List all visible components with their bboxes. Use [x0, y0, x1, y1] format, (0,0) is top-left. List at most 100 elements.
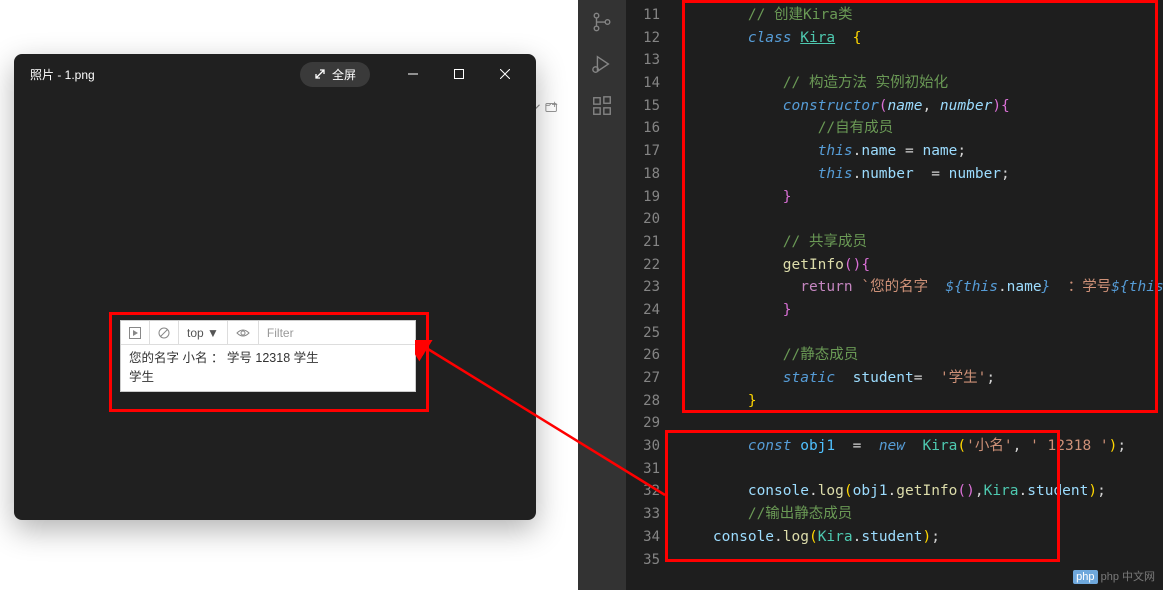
- console-toolbar: top ▼ Filter: [121, 321, 415, 345]
- line-number: 14: [626, 72, 660, 95]
- maximize-icon: [454, 69, 464, 79]
- line-number: 11: [626, 4, 660, 27]
- editor-gutter: 11 12 13 14 15 16 17 18 19 20 21 22 23 2…: [626, 0, 678, 590]
- watermark: php php 中文网: [1073, 568, 1155, 584]
- code-method: log: [818, 483, 844, 499]
- code-prop: number: [861, 166, 913, 182]
- maximize-button[interactable]: [436, 58, 482, 90]
- line-number: 22: [626, 254, 660, 277]
- line-number: 15: [626, 95, 660, 118]
- code-var: name: [922, 143, 957, 159]
- code-comment: // 构造方法 实例初始化: [783, 75, 948, 91]
- code-method: getInfo: [896, 483, 957, 499]
- console-clear-button[interactable]: [150, 321, 179, 344]
- line-number: 18: [626, 163, 660, 186]
- console-line: 学生: [129, 368, 407, 387]
- code-keyword: return: [800, 279, 852, 295]
- line-number: 28: [626, 390, 660, 413]
- new-folder-icon: [545, 100, 559, 114]
- code-string: ' 12318 ': [1030, 438, 1109, 454]
- code-param: name: [888, 98, 923, 114]
- code-comment: //自有成员: [818, 120, 893, 136]
- code-this: this: [818, 143, 853, 159]
- fullscreen-button[interactable]: 全屏: [300, 62, 370, 87]
- code-param: number: [940, 98, 992, 114]
- editor-code-area[interactable]: // 创建Kira类 class Kira { // 构造方法 实例初始化 co…: [678, 0, 1163, 590]
- line-number: 25: [626, 322, 660, 345]
- code-string: `您的名字: [861, 279, 945, 295]
- code-classname: Kira: [818, 529, 853, 545]
- code-this: this: [963, 279, 998, 295]
- photo-viewer-window: 照片 - 1.png 全屏 top ▼ Filter 您的名字 小名 ： 学号 …: [14, 54, 536, 520]
- console-context-selector[interactable]: top ▼: [179, 321, 228, 344]
- code-this: this: [1129, 279, 1163, 295]
- close-icon: [500, 69, 510, 79]
- code-comment: //输出静态成员: [748, 506, 852, 522]
- photo-titlebar[interactable]: 照片 - 1.png 全屏: [14, 54, 536, 94]
- code-method: getInfo: [783, 257, 844, 273]
- code-var: obj1: [800, 438, 835, 454]
- console-filter-input[interactable]: Filter: [259, 321, 415, 344]
- code-prop: name: [861, 143, 896, 159]
- line-number: 35: [626, 549, 660, 572]
- minimize-icon: [408, 69, 418, 79]
- code-prop: student: [861, 529, 922, 545]
- console-play-icon[interactable]: [121, 321, 150, 344]
- editor-activity-bar: [578, 0, 626, 590]
- code-prop: name: [1007, 279, 1042, 295]
- debug-icon[interactable]: [590, 52, 614, 76]
- line-number: 17: [626, 140, 660, 163]
- code-comment: //静态成员: [783, 347, 858, 363]
- code-comment: // 创建Kira类: [748, 7, 853, 23]
- code-classname: Kira: [922, 438, 957, 454]
- line-number: 31: [626, 458, 660, 481]
- minimize-button[interactable]: [390, 58, 436, 90]
- source-control-icon[interactable]: [590, 10, 614, 34]
- line-number: 20: [626, 208, 660, 231]
- play-icon: [129, 327, 141, 339]
- code-keyword: new: [879, 438, 905, 454]
- console-live-button[interactable]: [228, 321, 259, 344]
- code-var: obj1: [853, 483, 888, 499]
- code-comment: // 共享成员: [783, 234, 867, 250]
- line-number: 26: [626, 344, 660, 367]
- line-number: 27: [626, 367, 660, 390]
- code-keyword: const: [748, 438, 792, 454]
- code-var: student: [853, 370, 914, 386]
- line-number: 24: [626, 299, 660, 322]
- code-var: number: [949, 166, 1001, 182]
- code-keyword: class: [748, 30, 792, 46]
- fullscreen-label: 全屏: [332, 66, 356, 83]
- close-button[interactable]: [482, 58, 528, 90]
- line-number: 34: [626, 526, 660, 549]
- expand-icon: [314, 68, 326, 80]
- console-output: 您的名字 小名 ： 学号 12318 学生 学生: [121, 345, 415, 391]
- code-prop: student: [1027, 483, 1088, 499]
- code-string: '学生': [940, 370, 986, 386]
- code-keyword: static: [783, 370, 835, 386]
- devtools-console: top ▼ Filter 您的名字 小名 ： 学号 12318 学生 学生: [120, 320, 416, 392]
- line-number: 13: [626, 49, 660, 72]
- eye-icon: [236, 327, 250, 339]
- extensions-icon[interactable]: [590, 94, 614, 118]
- line-number: 12: [626, 27, 660, 50]
- code-this: this: [818, 166, 853, 182]
- console-line: 您的名字 小名 ： 学号 12318 学生: [129, 349, 407, 368]
- code-string: ：学号: [1050, 279, 1111, 295]
- line-number: 21: [626, 231, 660, 254]
- code-keyword: constructor: [783, 98, 879, 114]
- code-classname: Kira: [800, 30, 835, 46]
- code-obj: console: [748, 483, 809, 499]
- no-entry-icon: [158, 327, 170, 339]
- line-number: 30: [626, 435, 660, 458]
- code-obj: console: [713, 529, 774, 545]
- line-number: 16: [626, 117, 660, 140]
- line-number: 19: [626, 186, 660, 209]
- line-number: 33: [626, 503, 660, 526]
- line-number: 32: [626, 480, 660, 503]
- line-number: 29: [626, 412, 660, 435]
- line-number: 23: [626, 276, 660, 299]
- photo-title: 照片 - 1.png: [22, 66, 300, 83]
- code-string: '小名': [966, 438, 1012, 454]
- code-classname: Kira: [984, 483, 1019, 499]
